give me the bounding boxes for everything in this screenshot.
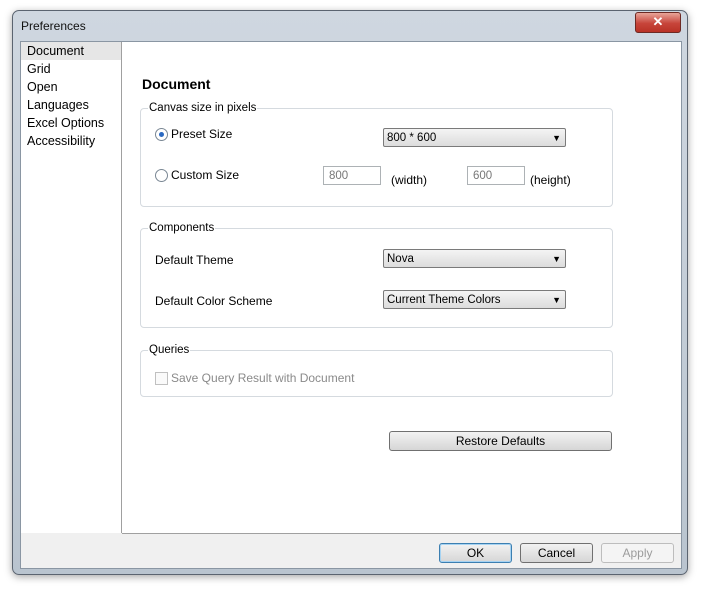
width-field[interactable]: 800 — [323, 166, 381, 185]
preset-size-value: 800 * 600 — [387, 132, 437, 144]
save-query-label: Save Query Result with Document — [171, 371, 355, 385]
settings-panel: Document Canvas size in pixels Preset Si… — [122, 42, 681, 534]
color-scheme-select[interactable]: Current Theme Colors ▼ — [383, 290, 566, 309]
color-scheme-label: Default Color Scheme — [155, 294, 273, 308]
preset-size-label: Preset Size — [171, 127, 233, 141]
width-unit-label: (width) — [391, 173, 428, 187]
preset-size-radio[interactable] — [155, 128, 168, 141]
apply-button[interactable]: Apply — [601, 543, 674, 563]
queries-group: Queries Save Query Result with Document — [140, 344, 613, 397]
sidebar-item-open[interactable]: Open — [21, 78, 121, 96]
canvas-size-label: Canvas size in pixels — [148, 102, 258, 114]
page-title: Document — [142, 76, 211, 92]
close-button[interactable]: ✕ — [635, 12, 681, 33]
dialog-client: Document Grid Open Languages Excel Optio… — [20, 41, 682, 569]
custom-size-label: Custom Size — [171, 168, 240, 182]
sidebar-item-accessibility[interactable]: Accessibility — [21, 132, 121, 150]
queries-label: Queries — [148, 344, 191, 356]
default-theme-select[interactable]: Nova ▼ — [383, 249, 566, 268]
sidebar-item-grid[interactable]: Grid — [21, 60, 121, 78]
ok-button[interactable]: OK — [439, 543, 512, 563]
preset-size-select[interactable]: 800 * 600 ▼ — [383, 128, 566, 147]
default-theme-value: Nova — [387, 253, 414, 265]
sidebar: Document Grid Open Languages Excel Optio… — [21, 42, 122, 533]
color-scheme-value: Current Theme Colors — [387, 294, 501, 306]
cancel-button[interactable]: Cancel — [520, 543, 593, 563]
preferences-window: Preferences ✕ Document Grid Open Languag… — [12, 10, 688, 575]
components-label: Components — [148, 222, 216, 234]
restore-defaults-button[interactable]: Restore Defaults — [389, 431, 612, 451]
canvas-size-group: Canvas size in pixels Preset Size 800 * … — [140, 102, 613, 207]
sidebar-item-excel-options[interactable]: Excel Options — [21, 114, 121, 132]
custom-size-radio[interactable] — [155, 169, 168, 182]
save-query-checkbox[interactable] — [155, 372, 168, 385]
height-field[interactable]: 600 — [467, 166, 525, 185]
sidebar-item-document[interactable]: Document — [21, 42, 121, 60]
sidebar-item-languages[interactable]: Languages — [21, 96, 121, 114]
default-theme-label: Default Theme — [155, 253, 234, 267]
components-group: Components Default Theme Nova ▼ Default … — [140, 222, 613, 328]
chevron-down-icon: ▼ — [552, 133, 561, 143]
height-unit-label: (height) — [530, 173, 571, 187]
window-title: Preferences — [21, 19, 86, 33]
chevron-down-icon: ▼ — [552, 254, 561, 264]
chevron-down-icon: ▼ — [552, 295, 561, 305]
